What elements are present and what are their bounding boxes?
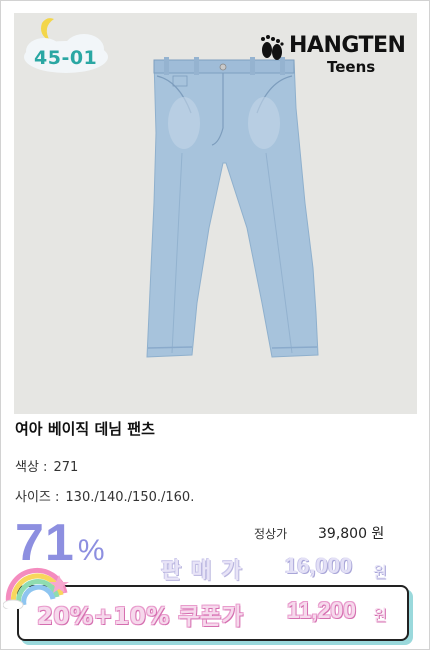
color-label: 색상 : <box>15 460 48 475</box>
color-row: 색상 : 271 <box>15 456 78 475</box>
footprint-icon <box>261 35 284 60</box>
sale-price-label: 판매가 <box>161 559 252 584</box>
regular-price-label: 정상가 <box>254 527 288 541</box>
coupon-price-label: 20%+10% 쿠폰가 <box>37 604 244 630</box>
product-title[interactable]: 여아 베이직 데님 팬츠 <box>15 418 155 439</box>
sale-price-value: 16,000 <box>285 553 353 578</box>
discount-symbol: % <box>77 534 105 567</box>
coupon-price-value: 11,200 <box>287 597 357 623</box>
color-value: 271 <box>53 460 79 475</box>
size-value: 130./140./150./160. <box>65 490 195 505</box>
discount-rate: 71% <box>15 513 105 573</box>
size-label: 사이즈 : <box>15 490 60 505</box>
coupon-price-unit: 원 <box>373 606 387 624</box>
sale-price-unit: 원 <box>373 563 387 581</box>
size-row: 사이즈 : 130./140./150./160. <box>15 486 194 505</box>
brand-logo: HANGTEN Teens <box>259 33 429 78</box>
product-card[interactable]: 45-01 HANGTEN Teens 여아 베이직 데님 팬츠 색상 : 271… <box>0 0 430 650</box>
brand-name: HANGTEN <box>289 33 406 58</box>
discount-number: 71 <box>15 514 75 572</box>
regular-price-value: 39,800 원 <box>318 526 385 542</box>
badge-code: 45-01 <box>34 47 98 69</box>
brand-sub: Teens <box>327 58 376 76</box>
product-photo[interactable]: 45-01 HANGTEN Teens <box>14 13 417 414</box>
